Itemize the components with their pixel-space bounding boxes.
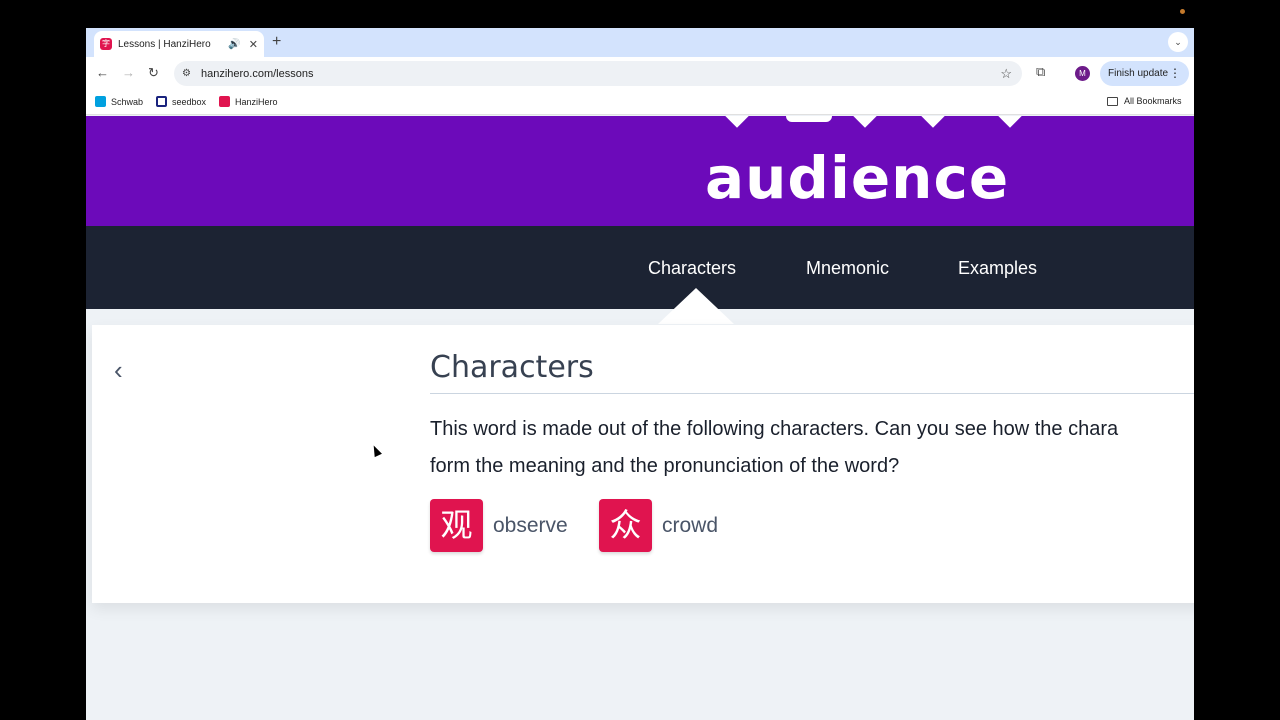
- hanzihero-favicon-icon: [219, 96, 230, 107]
- bookmark-star-icon[interactable]: ☆: [1000, 66, 1012, 82]
- finish-update-label: Finish update: [1108, 68, 1169, 79]
- speaker-icon[interactable]: 🔊: [228, 39, 240, 50]
- bookmark-label: HanziHero: [235, 96, 278, 107]
- browser-toolbar: ← → ↻ ⚙ hanzihero.com/lessons ☆ ⧉ M Fini…: [86, 57, 1194, 90]
- forward-arrow-icon[interactable]: →: [122, 65, 135, 80]
- chevron-left-icon[interactable]: ‹: [114, 355, 123, 386]
- character-tile[interactable]: 众: [599, 499, 652, 552]
- section-description: This word is made out of the following c…: [430, 411, 1194, 485]
- tab-title: Lessons | HanziHero: [118, 38, 211, 50]
- hero-decoration: [920, 116, 946, 128]
- description-line: form the meaning and the pronunciation o…: [430, 455, 900, 477]
- browser-tab[interactable]: 字 Lessons | HanziHero 🔊 ✕: [94, 31, 264, 57]
- hero-decoration: [724, 116, 750, 128]
- character-meaning: crowd: [662, 513, 719, 537]
- tab-characters[interactable]: Characters: [648, 258, 736, 279]
- hero-decoration: [997, 116, 1023, 128]
- reload-icon[interactable]: ↻: [148, 65, 159, 81]
- tab-mnemonic[interactable]: Mnemonic: [806, 258, 889, 279]
- extensions-puzzle-icon[interactable]: ⧉: [1036, 64, 1045, 80]
- active-tab-pointer: [658, 288, 734, 324]
- tab-examples[interactable]: Examples: [958, 258, 1037, 279]
- bookmark-schwab[interactable]: Schwab: [95, 96, 143, 107]
- tab-strip: 字 Lessons | HanziHero 🔊 ✕ + ⌄: [86, 28, 1194, 57]
- hero-decoration: [852, 116, 878, 128]
- url-text: hanzihero.com/lessons: [200, 67, 314, 80]
- bookmark-seedbox[interactable]: seedbox: [156, 96, 206, 107]
- profile-avatar[interactable]: M: [1075, 66, 1090, 81]
- bookmark-hanzihero[interactable]: HanziHero: [219, 96, 278, 107]
- lesson-word: audience: [705, 144, 1010, 212]
- bookmarks-bar: Schwab seedbox HanziHero All Bookmarks: [86, 90, 1194, 115]
- characters-card: ‹ Characters This word is made out of th…: [92, 325, 1194, 603]
- hero-banner: audience: [86, 116, 1194, 226]
- schwab-favicon-icon: [95, 96, 106, 107]
- divider: [430, 393, 1194, 394]
- character-tile[interactable]: 观: [430, 499, 483, 552]
- address-bar[interactable]: ⚙ hanzihero.com/lessons ☆: [174, 61, 1022, 86]
- tab-search-chevron-icon[interactable]: ⌄: [1168, 32, 1188, 52]
- description-line: This word is made out of the following c…: [430, 418, 1119, 440]
- back-arrow-icon[interactable]: ←: [96, 65, 109, 80]
- hero-decoration: [786, 116, 832, 122]
- hanzihero-favicon-icon: 字: [100, 38, 112, 50]
- lesson-tabs: Characters Mnemonic Examples: [86, 226, 1194, 309]
- section-title: Characters: [430, 350, 594, 385]
- bookmark-label: seedbox: [172, 96, 207, 107]
- folder-icon: [1107, 96, 1118, 106]
- browser-window: 字 Lessons | HanziHero 🔊 ✕ + ⌄ ← → ↻ ⚙ ha…: [86, 28, 1194, 720]
- more-menu-icon[interactable]: ⋮: [1169, 61, 1181, 86]
- finish-update-button[interactable]: Finish update ⋮: [1100, 61, 1189, 86]
- character-item-observe[interactable]: 观 observe: [430, 499, 568, 552]
- all-bookmarks[interactable]: All Bookmarks: [1107, 96, 1182, 106]
- seedbox-favicon-icon: [156, 96, 167, 107]
- site-settings-icon[interactable]: ⚙: [182, 68, 191, 79]
- character-meaning: observe: [493, 513, 568, 537]
- character-item-crowd[interactable]: 众 crowd: [599, 499, 718, 552]
- notification-dot: [1180, 9, 1185, 14]
- lesson-page: audience Characters Mnemonic Examples ‹ …: [86, 116, 1194, 720]
- close-tab-icon[interactable]: ✕: [249, 38, 258, 51]
- all-bookmarks-label: All Bookmarks: [1124, 96, 1182, 106]
- new-tab-icon[interactable]: +: [272, 33, 281, 51]
- bookmark-label: Schwab: [111, 96, 144, 107]
